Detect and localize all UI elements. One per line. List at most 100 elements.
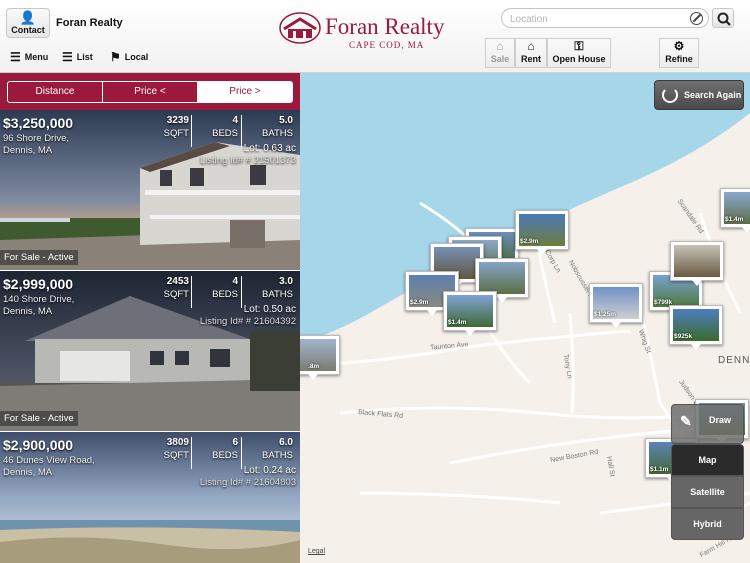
sale-label: Sale — [490, 54, 510, 64]
beds-value: 4 — [232, 276, 238, 287]
foran-logo: Foran Realty CAPE COD, MA — [279, 9, 444, 53]
house-logo-icon — [279, 12, 321, 44]
status-badge: For Sale - Active — [0, 411, 78, 426]
pin-price: $2.9m — [520, 238, 539, 245]
sqft-label: SQFT — [163, 289, 189, 300]
beds-label: BEDS — [212, 128, 238, 139]
list-button[interactable]: ☰ List — [62, 51, 93, 63]
listing-id: Listing Id# # 21604392 — [199, 316, 296, 327]
beds-stat: 4 BEDS — [196, 115, 242, 147]
beds-stat: 4 BEDS — [196, 276, 242, 308]
sort-control: Distance Price < Price > — [0, 73, 300, 110]
baths-value: 6.0 — [279, 437, 293, 448]
listing-pin[interactable] — [670, 241, 724, 286]
listing-panel: Distance Price < Price > $3,250,000 96 S… — [0, 73, 300, 563]
listing-card[interactable]: $2,999,000 140 Shore Drive, Dennis, MA 2… — [0, 271, 300, 432]
sort-price-asc[interactable]: Price < — [103, 82, 198, 102]
listing-pin[interactable]: $1.25m — [589, 283, 643, 328]
search-again-button[interactable]: Search Again — [654, 80, 744, 110]
sale-button[interactable]: ⌂ Sale — [485, 38, 515, 68]
search-again-label: Search Again — [684, 90, 742, 100]
listing-pin[interactable]: $1.4m — [720, 188, 750, 233]
beds-value: 6 — [232, 437, 238, 448]
sort-price-desc[interactable]: Price > — [198, 82, 292, 102]
beds-stat: 6 BEDS — [196, 437, 242, 469]
address-line2: Dennis, MA — [3, 467, 53, 478]
beds-value: 4 — [232, 115, 238, 126]
address-line1: 46 Dunes View Road, — [3, 455, 95, 466]
list-label: List — [76, 52, 93, 62]
company-name: Foran Realty — [56, 17, 123, 29]
menu-button[interactable]: ☰ Menu — [10, 51, 48, 63]
draw-button[interactable]: ✎ Draw — [671, 404, 744, 444]
listing-card[interactable]: $3,250,000 96 Shore Drive, Dennis, MA 32… — [0, 110, 300, 271]
sort-distance[interactable]: Distance — [8, 82, 103, 102]
listing-id: Listing Id# # 21604803 — [199, 477, 296, 488]
place-label: DENNI — [718, 355, 750, 366]
map-type-satellite[interactable]: Satellite — [671, 476, 744, 508]
pin-price: $1.4m — [725, 216, 744, 223]
baths-value: 5.0 — [279, 115, 293, 126]
beds-label: BEDS — [212, 450, 238, 461]
sqft-stat: 3809 SQFT — [160, 437, 192, 469]
location-search-field[interactable] — [501, 8, 709, 28]
pin-price: .8m — [308, 363, 320, 370]
pin-price: $1.25m — [594, 311, 617, 318]
listing-id: Listing Id# # 21501373 — [199, 155, 296, 166]
refresh-icon — [662, 87, 678, 103]
listing-price: $2,999,000 — [3, 276, 74, 292]
listing-pin[interactable]: $1.4m — [443, 291, 497, 336]
location-input[interactable] — [510, 12, 685, 26]
listing-pin[interactable]: $2.9m — [515, 210, 569, 255]
sale-house-icon: ⌂ — [496, 39, 504, 53]
gear-icon: ⚙ — [673, 39, 685, 53]
address-line1: 96 Shore Drive, — [3, 133, 70, 144]
baths-label: BATHS — [262, 128, 293, 139]
status-badge: For Sale - Active — [0, 250, 78, 265]
rent-label: Rent — [521, 54, 541, 64]
listing-price: $2,900,000 — [3, 437, 74, 453]
flag-icon: ⚑ — [110, 50, 121, 64]
draw-label: Draw — [708, 415, 731, 425]
search-icon — [717, 12, 731, 26]
lot-size: Lot: 0.63 ac — [243, 143, 296, 154]
pin-price: $1.1m — [650, 466, 669, 473]
top-bar: 👤 Contact Foran Realty ☰ Menu ☰ List ⚑ L… — [0, 0, 750, 73]
rent-house-icon: ⌂ — [527, 39, 535, 53]
refine-button[interactable]: ⚙ Refine — [659, 38, 699, 68]
pin-price: $1.4m — [448, 319, 467, 326]
pin-price: $2.9m — [410, 299, 429, 306]
compass-icon[interactable] — [690, 12, 703, 25]
listing-address: 96 Shore Drive, Dennis, MA — [3, 133, 69, 157]
open-house-button[interactable]: ⚿ Open House — [547, 38, 611, 68]
menu-icon: ☰ — [10, 50, 21, 64]
list-icon: ☰ — [62, 50, 73, 64]
address-line1: 140 Shore Drive, — [3, 294, 75, 305]
menu-label: Menu — [24, 52, 49, 62]
map-type-hybrid[interactable]: Hybrid — [671, 508, 744, 540]
logo-name: Foran Realty — [325, 14, 445, 39]
baths-label: BATHS — [262, 289, 293, 300]
listing-card[interactable]: $2,900,000 46 Dunes View Road, Dennis, M… — [0, 432, 300, 563]
lot-size: Lot: 0.50 ac — [243, 304, 296, 315]
person-icon: 👤 — [19, 10, 37, 25]
baths-label: BATHS — [262, 450, 293, 461]
address-line2: Dennis, MA — [3, 145, 53, 156]
map-view[interactable]: Taunton Ave Black Flats Rd New Boston Rd… — [300, 73, 750, 563]
rent-button[interactable]: ⌂ Rent — [515, 38, 547, 68]
listing-pin[interactable]: .8m — [300, 335, 340, 380]
address-line2: Dennis, MA — [3, 306, 53, 317]
legal-link[interactable]: Legal — [308, 548, 325, 555]
contact-button[interactable]: 👤 Contact — [6, 8, 50, 38]
map-type-map[interactable]: Map — [671, 444, 744, 476]
search-button[interactable] — [712, 8, 734, 28]
listing-address: 46 Dunes View Road, Dennis, MA — [3, 455, 95, 479]
sqft-value: 3239 — [166, 115, 189, 126]
pin-price: $925k — [674, 333, 693, 340]
listing-pin[interactable]: $925k — [669, 305, 723, 350]
listing-address: 140 Shore Drive, Dennis, MA — [3, 294, 74, 318]
refine-label: Refine — [665, 54, 693, 64]
key-icon: ⚿ — [574, 39, 584, 53]
local-button[interactable]: ⚑ Local — [110, 51, 148, 63]
sqft-value: 2453 — [166, 276, 189, 287]
